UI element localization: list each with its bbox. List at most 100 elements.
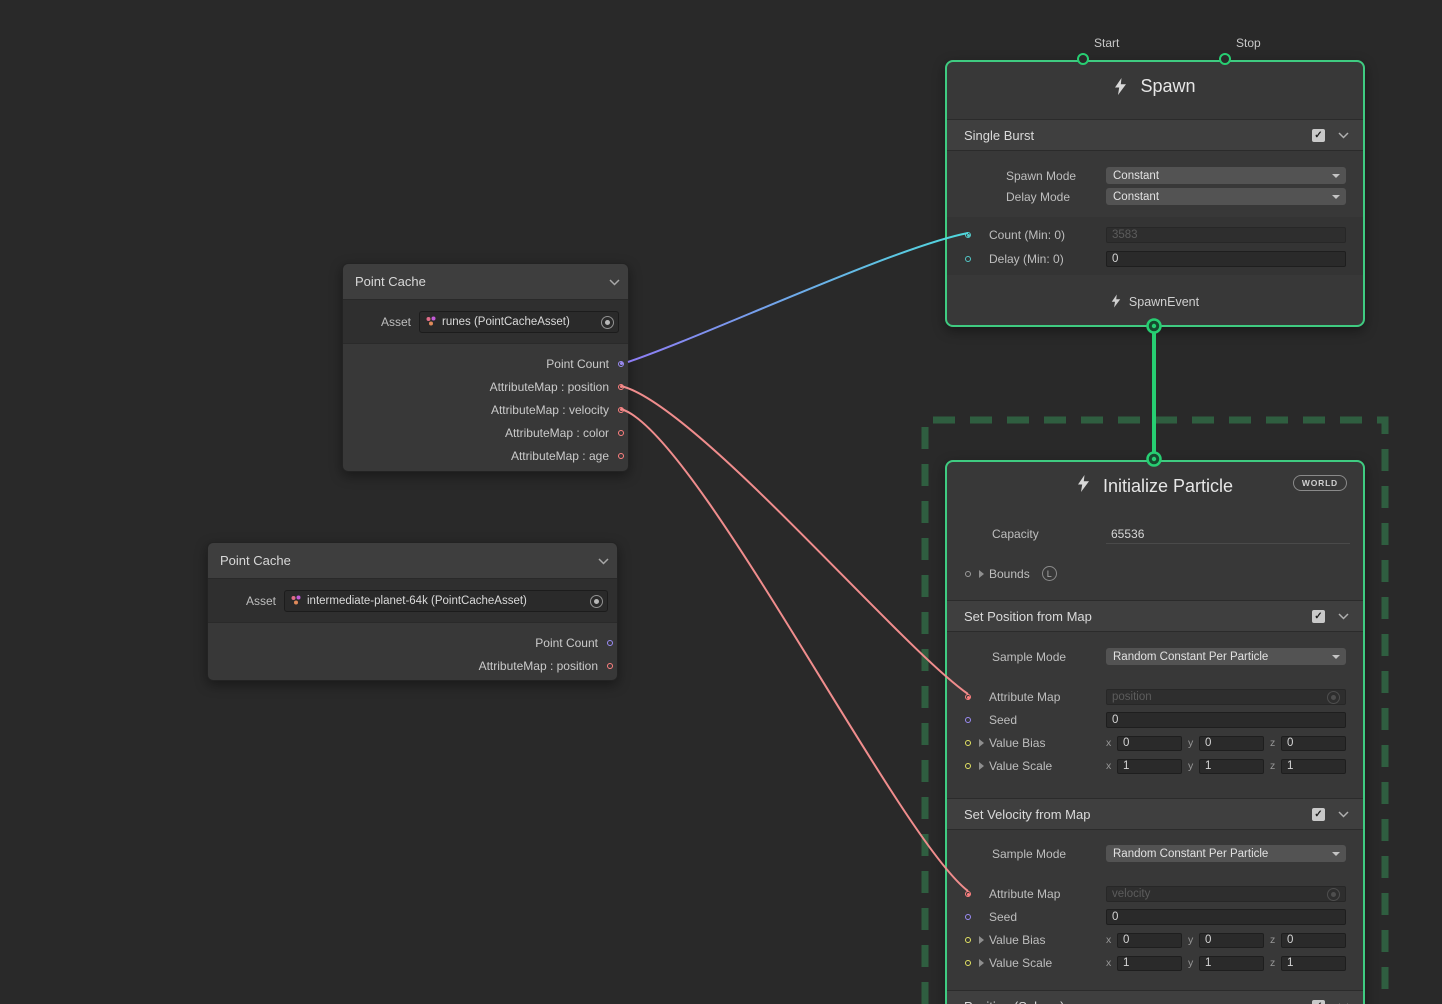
attribute-map-field[interactable]: position: [1106, 689, 1346, 705]
vfx-graph-canvas[interactable]: Spawn Single Burst Spawn Mode Constant D…: [0, 0, 1442, 1004]
sample-mode-dropdown[interactable]: Random Constant Per Particle: [1106, 845, 1346, 862]
value-scale-label: Value Scale: [989, 956, 1052, 970]
value-bias-z-field[interactable]: 0: [1281, 933, 1346, 948]
count-row: Count (Min: 0) 3583: [947, 225, 1363, 245]
expander-arrow-icon[interactable]: [979, 959, 984, 967]
value-bias-y-field[interactable]: 0: [1199, 736, 1264, 751]
set-position-title: Set Position from Map: [964, 609, 1092, 624]
stop-anchor-label: Stop: [1236, 36, 1261, 50]
seed-field[interactable]: 0: [1106, 909, 1346, 925]
delay-value: 0: [1112, 252, 1118, 266]
attrmap-velocity-output-port[interactable]: [618, 407, 624, 413]
bounds-label: Bounds: [989, 567, 1030, 581]
chevron-down-icon[interactable]: [1338, 613, 1349, 620]
set-position-enabled-checkbox[interactable]: [1312, 610, 1325, 623]
value-bias-z-field[interactable]: 0: [1281, 736, 1346, 751]
edge-velocity-to-set-velocity[interactable]: [621, 409, 968, 891]
delay-field[interactable]: 0: [1106, 251, 1346, 267]
value-scale-input-port[interactable]: [965, 960, 971, 966]
value-bias-x-field[interactable]: 0: [1117, 933, 1182, 948]
delay-mode-dropdown[interactable]: Constant: [1106, 188, 1346, 205]
attribute-map-field[interactable]: velocity: [1106, 886, 1346, 902]
expander-arrow-icon[interactable]: [979, 936, 984, 944]
object-picker-icon[interactable]: [601, 316, 614, 329]
point-cache-header[interactable]: Point Cache: [343, 264, 628, 300]
attribute-map-input-port[interactable]: [965, 891, 971, 897]
asset-object-field[interactable]: runes (PointCacheAsset): [419, 311, 619, 333]
local-space-badge[interactable]: L: [1042, 566, 1057, 581]
position-sphere-enabled-checkbox[interactable]: [1312, 1000, 1325, 1004]
point-cache-title: Point Cache: [220, 553, 291, 568]
value-bias-input-port[interactable]: [965, 740, 971, 746]
chevron-down-icon[interactable]: [1338, 132, 1349, 139]
attrmap-age-output-port[interactable]: [618, 453, 624, 459]
y-axis-label: y: [1188, 737, 1196, 749]
point-count-output-port[interactable]: [607, 640, 613, 646]
value-scale-x-field[interactable]: 1: [1117, 956, 1182, 971]
object-picker-icon[interactable]: [1327, 888, 1340, 901]
x-axis-label: x: [1106, 934, 1114, 946]
expander-arrow-icon[interactable]: [979, 739, 984, 747]
value-scale-y-field[interactable]: 1: [1199, 956, 1264, 971]
attrmap-position-output-port[interactable]: [607, 663, 613, 669]
asset-object-field[interactable]: intermediate-planet-64k (PointCacheAsset…: [284, 590, 608, 612]
attrmap-position-output-row: AttributeMap : position: [208, 654, 617, 677]
point-count-output-port[interactable]: [618, 361, 624, 367]
attribute-map-input-port[interactable]: [965, 694, 971, 700]
point-cache-header[interactable]: Point Cache: [208, 543, 617, 579]
bounds-input-port[interactable]: [965, 571, 971, 577]
value-bias-input-port[interactable]: [965, 937, 971, 943]
capacity-field[interactable]: 65536: [1106, 524, 1350, 544]
value-scale-z-field[interactable]: 1: [1281, 759, 1346, 774]
position-sphere-block-header[interactable]: Position (Sphere): [947, 990, 1363, 1004]
point-count-label: Point Count: [546, 357, 609, 371]
value-bias-x-field[interactable]: 0: [1117, 736, 1182, 751]
initialize-particle-context-node[interactable]: Initialize Particle WORLD Capacity 65536…: [945, 460, 1365, 1004]
value-bias-y-field[interactable]: 0: [1199, 933, 1264, 948]
set-position-block-header[interactable]: Set Position from Map: [947, 600, 1363, 632]
position-sphere-title: Position (Sphere): [964, 999, 1064, 1004]
chevron-down-icon[interactable]: [1338, 811, 1349, 818]
delay-input-port[interactable]: [965, 256, 971, 262]
value-scale-x-field[interactable]: 1: [1117, 759, 1182, 774]
asset-label: Asset: [353, 300, 411, 343]
z-axis-label: z: [1270, 934, 1278, 946]
asset-label: Asset: [218, 579, 276, 622]
expander-arrow-icon[interactable]: [979, 570, 984, 578]
edge-position-to-set-position[interactable]: [621, 386, 968, 694]
set-velocity-enabled-checkbox[interactable]: [1312, 808, 1325, 821]
seed-input-port[interactable]: [965, 914, 971, 920]
edge-count-to-point-count[interactable]: [628, 233, 968, 362]
object-picker-icon[interactable]: [590, 595, 603, 608]
attrmap-color-output-port[interactable]: [618, 430, 624, 436]
object-picker-icon[interactable]: [1327, 691, 1340, 704]
set-velocity-block-header[interactable]: Set Velocity from Map: [947, 798, 1363, 830]
single-burst-title: Single Burst: [964, 128, 1034, 143]
attribute-map-value: velocity: [1112, 887, 1150, 901]
sample-mode-label: Sample Mode: [992, 847, 1066, 861]
attrmap-color-output-row: AttributeMap : color: [343, 421, 628, 444]
point-cache-planet-node[interactable]: Point Cache Asset intermediate-planet-64…: [207, 542, 618, 681]
delay-mode-row: Delay Mode Constant: [947, 186, 1363, 207]
space-badge[interactable]: WORLD: [1293, 475, 1347, 491]
x-axis-label: x: [1106, 760, 1114, 772]
chevron-down-icon[interactable]: [598, 558, 609, 565]
spawn-context-node[interactable]: Spawn Single Burst Spawn Mode Constant D…: [945, 60, 1365, 327]
value-scale-input-port[interactable]: [965, 763, 971, 769]
seed-field[interactable]: 0: [1106, 712, 1346, 728]
spawn-mode-dropdown[interactable]: Constant: [1106, 167, 1346, 184]
count-input-port[interactable]: [965, 232, 971, 238]
value-scale-z-field[interactable]: 1: [1281, 956, 1346, 971]
value-scale-y-field[interactable]: 1: [1199, 759, 1264, 774]
seed-input-port[interactable]: [965, 717, 971, 723]
single-burst-block-header[interactable]: Single Burst: [947, 119, 1363, 151]
count-field[interactable]: 3583: [1106, 227, 1346, 243]
asset-band: Asset intermediate-planet-64k (PointCach…: [208, 579, 617, 623]
single-burst-enabled-checkbox[interactable]: [1312, 129, 1325, 142]
chevron-down-icon[interactable]: [609, 279, 620, 286]
sample-mode-dropdown[interactable]: Random Constant Per Particle: [1106, 648, 1346, 665]
point-cache-runes-node[interactable]: Point Cache Asset runes (PointCacheAsset…: [342, 263, 629, 472]
expander-arrow-icon[interactable]: [979, 762, 984, 770]
spawn-mode-label: Spawn Mode: [1006, 169, 1076, 183]
attrmap-position-output-port[interactable]: [618, 384, 624, 390]
